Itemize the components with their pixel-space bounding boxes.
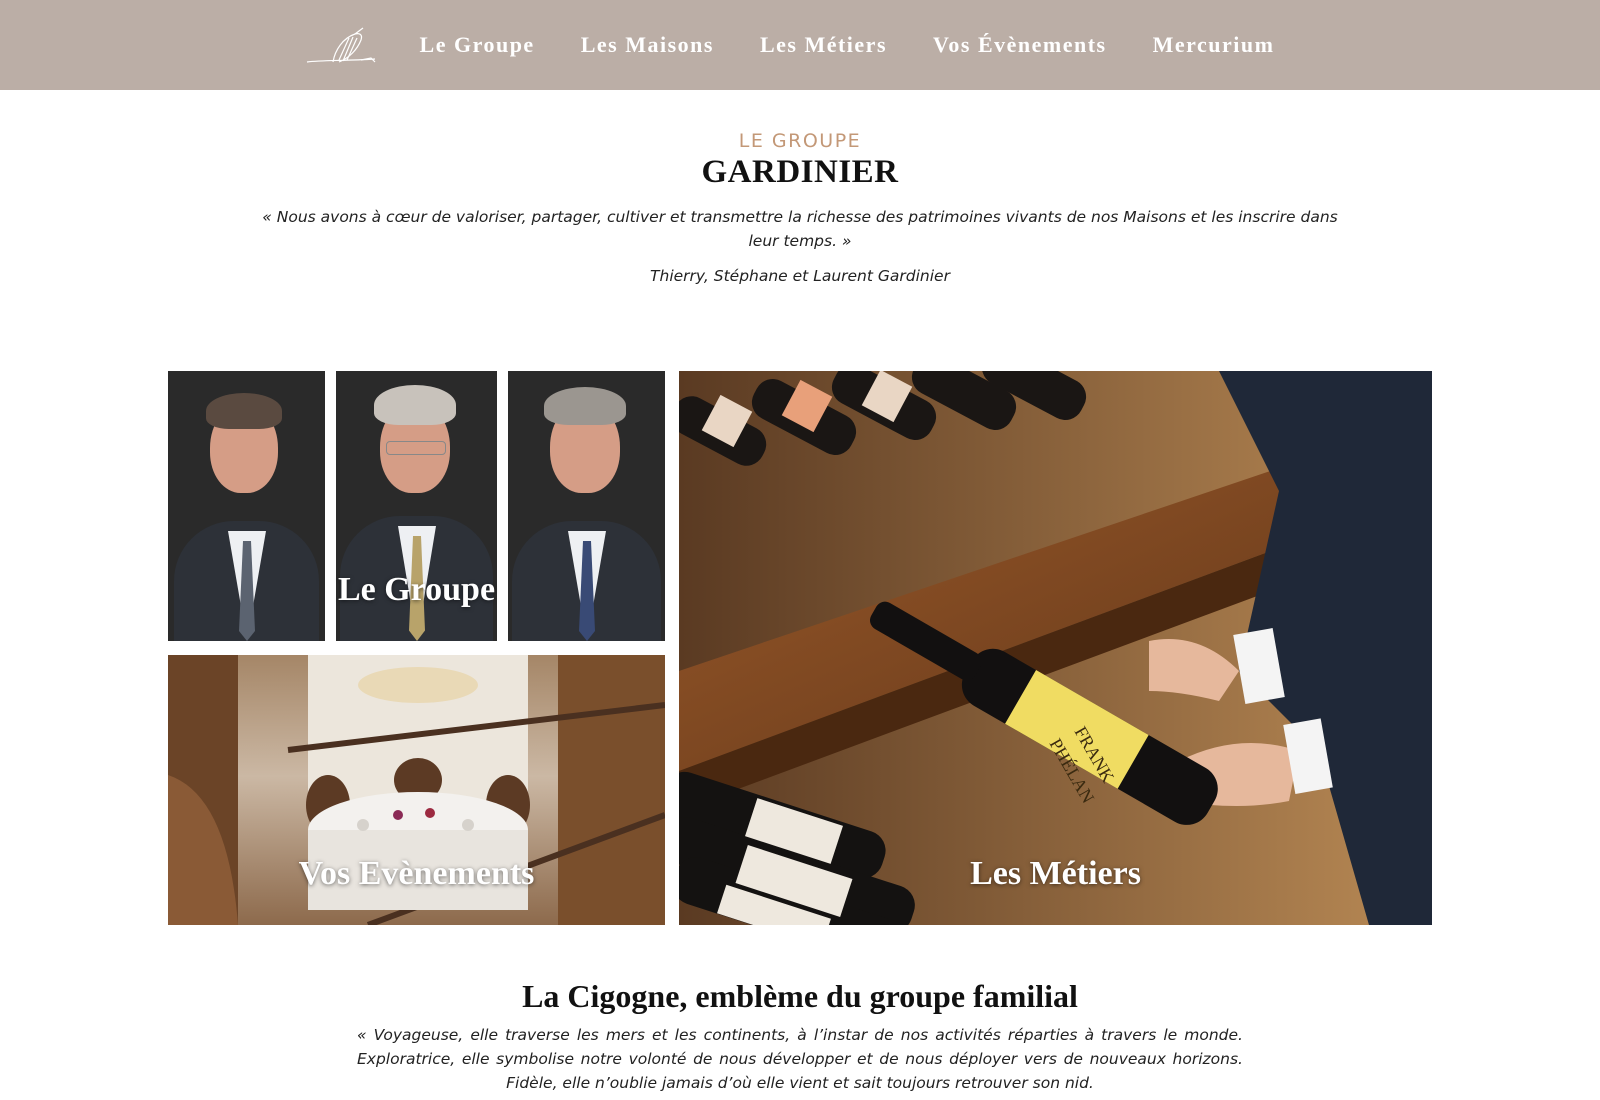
wine-cellar-image: FRANK PHÉLAN — [679, 371, 1432, 925]
main-nav: Le Groupe Les Maisons Les Métiers Vos Év… — [397, 32, 1298, 58]
cigogne-quote: « Voyageuse, elle traverse les mers et l… — [357, 1026, 1243, 1092]
quote-signature: Thierry, Stéphane et Laurent Gardinier — [650, 267, 950, 285]
page-title: GARDINIER — [701, 154, 899, 190]
tile-label-vos-evenements: Vos Evènements — [298, 855, 535, 892]
nav-mercurium[interactable]: Mercurium — [1153, 32, 1275, 58]
nav-vos-evenements[interactable]: Vos Évènements — [933, 32, 1107, 58]
top-navigation-bar: Le Groupe Les Maisons Les Métiers Vos Év… — [0, 0, 1600, 90]
intro-section: LE GROUPE GARDINIER « Nous avons à cœur … — [0, 90, 1600, 285]
stork-logo-icon[interactable] — [303, 24, 377, 68]
tile-vos-evenements[interactable]: Vos Evènements — [168, 655, 665, 925]
tile-le-groupe[interactable]: Le Groupe — [168, 371, 665, 641]
nav-les-metiers[interactable]: Les Métiers — [760, 32, 887, 58]
nav-le-groupe[interactable]: Le Groupe — [420, 32, 535, 58]
nav-les-maisons[interactable]: Les Maisons — [581, 32, 714, 58]
tile-label-le-groupe: Le Groupe — [337, 571, 496, 608]
tile-label-les-metiers: Les Métiers — [970, 855, 1141, 892]
tile-les-metiers[interactable]: FRANK PHÉLAN Les Métiers — [679, 371, 1432, 925]
section-eyebrow: LE GROUPE — [738, 130, 862, 152]
intro-quote: « Nous avons à cœur de valoriser, partag… — [262, 208, 1338, 250]
cigogne-heading: La Cigogne, emblème du groupe familial — [522, 978, 1078, 1014]
category-tiles-grid: Le Groupe Vos Evènements FRANK PHÉLAN Le… — [168, 371, 1432, 925]
cigogne-section: La Cigogne, emblème du groupe familial «… — [0, 978, 1600, 1095]
